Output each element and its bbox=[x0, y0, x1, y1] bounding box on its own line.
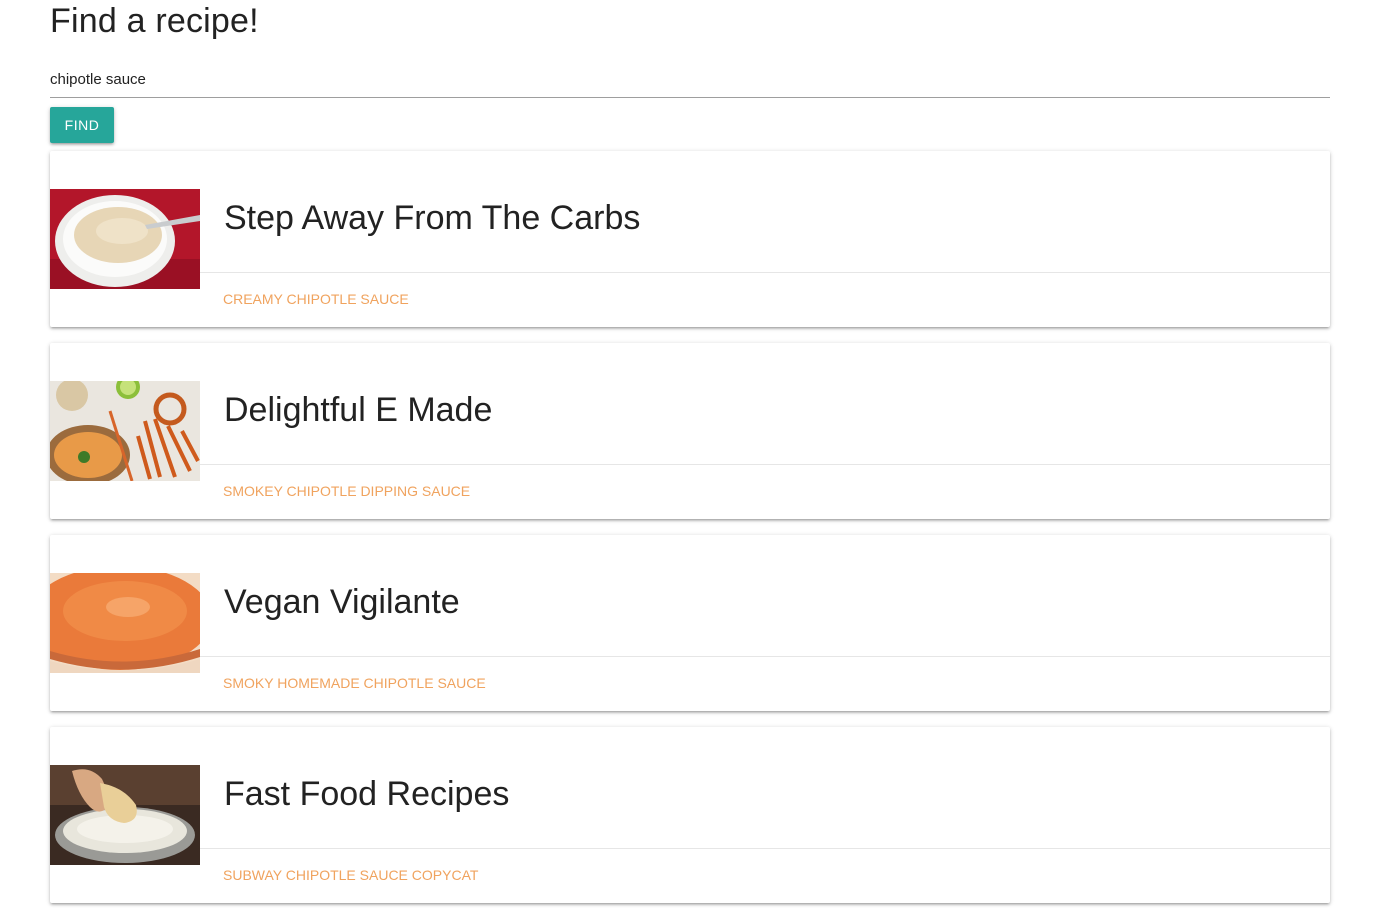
card-content: Step Away From The Carbs bbox=[200, 151, 1330, 273]
recipe-thumbnail[interactable] bbox=[50, 189, 200, 289]
card-title: Fast Food Recipes bbox=[224, 775, 510, 813]
card-title: Delightful E Made bbox=[224, 391, 493, 429]
search-input[interactable] bbox=[50, 62, 1330, 98]
card-action: SMOKY HOMEMADE CHIPOTLE SAUCE bbox=[200, 656, 1330, 711]
card-title: Step Away From The Carbs bbox=[224, 199, 641, 237]
recipe-link[interactable]: SUBWAY CHIPOTLE SAUCE COPYCAT bbox=[223, 867, 478, 883]
recipe-card: Fast Food Recipes SUBWAY CHIPOTLE SAUCE … bbox=[50, 727, 1330, 903]
card-action: SMOKEY CHIPOTLE DIPPING SAUCE bbox=[200, 464, 1330, 519]
card-content: Fast Food Recipes bbox=[200, 727, 1330, 849]
recipe-link[interactable]: SMOKEY CHIPOTLE DIPPING SAUCE bbox=[223, 483, 470, 499]
page-title: Find a recipe! bbox=[50, 2, 259, 40]
recipe-search-page: Find a recipe! FIND Step Away From The C… bbox=[0, 0, 1387, 908]
recipe-card: Step Away From The Carbs CREAMY CHIPOTLE… bbox=[50, 151, 1330, 327]
card-action: CREAMY CHIPOTLE SAUCE bbox=[200, 272, 1330, 327]
card-action: SUBWAY CHIPOTLE SAUCE COPYCAT bbox=[200, 848, 1330, 903]
recipe-link[interactable]: SMOKY HOMEMADE CHIPOTLE SAUCE bbox=[223, 675, 486, 691]
recipe-link[interactable]: CREAMY CHIPOTLE SAUCE bbox=[223, 291, 409, 307]
results-list: Step Away From The Carbs CREAMY CHIPOTLE… bbox=[50, 151, 1330, 908]
card-content: Vegan Vigilante bbox=[200, 535, 1330, 657]
recipe-thumbnail[interactable] bbox=[50, 765, 200, 865]
card-title: Vegan Vigilante bbox=[224, 583, 460, 621]
recipe-thumbnail[interactable] bbox=[50, 573, 200, 673]
recipe-card: Vegan Vigilante SMOKY HOMEMADE CHIPOTLE … bbox=[50, 535, 1330, 711]
recipe-thumbnail[interactable] bbox=[50, 381, 200, 481]
card-content: Delightful E Made bbox=[200, 343, 1330, 465]
find-button[interactable]: FIND bbox=[50, 107, 114, 143]
recipe-card: Delightful E Made SMOKEY CHIPOTLE DIPPIN… bbox=[50, 343, 1330, 519]
